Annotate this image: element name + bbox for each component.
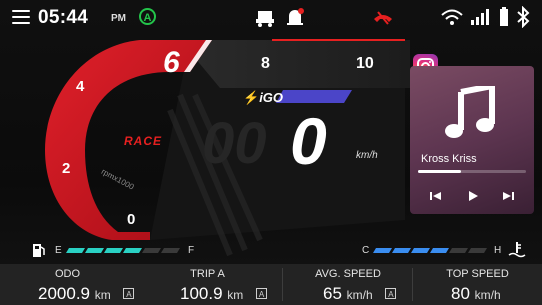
speed-ghost-digits: 00 [202, 111, 267, 176]
song-progress-fill [418, 170, 462, 173]
instrument-cluster-screen: 00 05:44 PM A 6 8 10 4 2 0 RACE rpmx1000… [0, 0, 542, 305]
speed-digit-svg: 0 [290, 110, 327, 170]
odo-value: 2000.9 [38, 284, 90, 303]
battery-icon [500, 7, 508, 26]
trip-a-label: TRIP A [190, 268, 225, 280]
trip-info-strip: ODO 2000.9 km A TRIP A 100.9 km A AVG. S… [0, 264, 542, 305]
rpm-mark-2: 2 [62, 160, 71, 177]
gear-scale-band [180, 40, 410, 88]
level-segment [85, 248, 104, 253]
next-icon[interactable] [498, 186, 518, 206]
rpm-mark-8: 8 [261, 55, 270, 72]
rpm-mark-4: 4 [76, 78, 85, 95]
song-progress-bar[interactable] [418, 170, 526, 173]
level-segment [66, 248, 85, 253]
level-segment [411, 248, 430, 253]
odo-label: ODO [54, 268, 81, 280]
fuel-empty-label: E [55, 245, 62, 256]
coolant-temp-icon [508, 242, 526, 258]
vehicle-icon [256, 11, 274, 27]
trip-a-badge-icon: A [123, 288, 135, 299]
trip-a-cell[interactable]: TRIP A 100.9 km A [135, 264, 280, 305]
avg-speed-value: 65 [323, 284, 342, 303]
menu-icon[interactable] [12, 10, 30, 24]
avg-speed-unit: km/h [346, 288, 373, 302]
fuel-full-label: F [188, 245, 195, 256]
song-title: Kross Kriss [421, 153, 477, 165]
media-player-card[interactable]: Kross Kriss [410, 66, 534, 214]
ride-mode-label[interactable]: RACE [124, 134, 162, 148]
music-note-icon [445, 86, 495, 138]
avg-speed-label: AVG. SPEED [315, 268, 381, 280]
fuel-level-bar [66, 248, 180, 253]
level-segment [373, 248, 392, 253]
trip-a-value: 100.9 [180, 284, 223, 303]
speed-value: 0 [290, 110, 327, 170]
trip-a-unit: km [227, 288, 244, 302]
clock-time: 05:44 [38, 7, 89, 28]
rpm-mark-0: 0 [127, 211, 136, 228]
odo-unit: km [94, 288, 111, 302]
level-segment [142, 248, 161, 253]
level-segment [468, 248, 487, 253]
top-speed-value: 80 [451, 284, 470, 303]
top-speed-cell[interactable]: TOP SPEED 80 km/h [413, 264, 542, 305]
level-segment [430, 248, 449, 253]
top-speed-unit: km/h [474, 288, 501, 302]
avg-speed-value-row: 65 km/h A [323, 284, 403, 304]
top-speed-label: TOP SPEED [446, 268, 509, 280]
rpm-mark-10: 10 [356, 55, 374, 72]
igo-stripe [276, 90, 352, 103]
top-speed-value-row: 80 km/h [451, 284, 501, 304]
status-bar: 05:44 PM A [0, 0, 542, 36]
temp-level-bar [373, 248, 487, 253]
trip-a-badge-icon: A [256, 288, 268, 299]
fuel-pump-icon [33, 244, 45, 257]
clock-ampm: PM [111, 13, 126, 24]
speed-unit: km/h [356, 150, 378, 161]
previous-icon[interactable] [426, 186, 446, 206]
play-icon[interactable] [463, 186, 483, 206]
wifi-icon [441, 9, 463, 25]
brand-text: iGO [259, 90, 284, 105]
odo-value-row: 2000.9 km A [38, 284, 141, 304]
bluetooth-icon[interactable] [516, 6, 530, 28]
alert-bell-icon [287, 8, 304, 25]
trip-a-badge-icon: A [385, 288, 397, 299]
temp-cold-label: C [362, 245, 370, 256]
avg-speed-cell[interactable]: AVG. SPEED 65 km/h A [283, 264, 413, 305]
trip-a-value-row: 100.9 km A [180, 284, 274, 304]
auto-mode-badge: A [139, 8, 156, 25]
level-segment [104, 248, 123, 253]
signal-icon [471, 9, 489, 25]
current-gear: 6 [163, 46, 180, 79]
temp-hot-label: H [494, 245, 502, 256]
bolt-icon: ⚡ [243, 90, 260, 105]
level-segment [123, 248, 142, 253]
call-end-icon[interactable] [372, 9, 394, 27]
odo-cell[interactable]: ODO 2000.9 km A [0, 264, 135, 305]
level-segment [161, 248, 180, 253]
level-segment [392, 248, 411, 253]
brand-logo: ⚡iGO [243, 90, 283, 106]
level-segment [449, 248, 468, 253]
